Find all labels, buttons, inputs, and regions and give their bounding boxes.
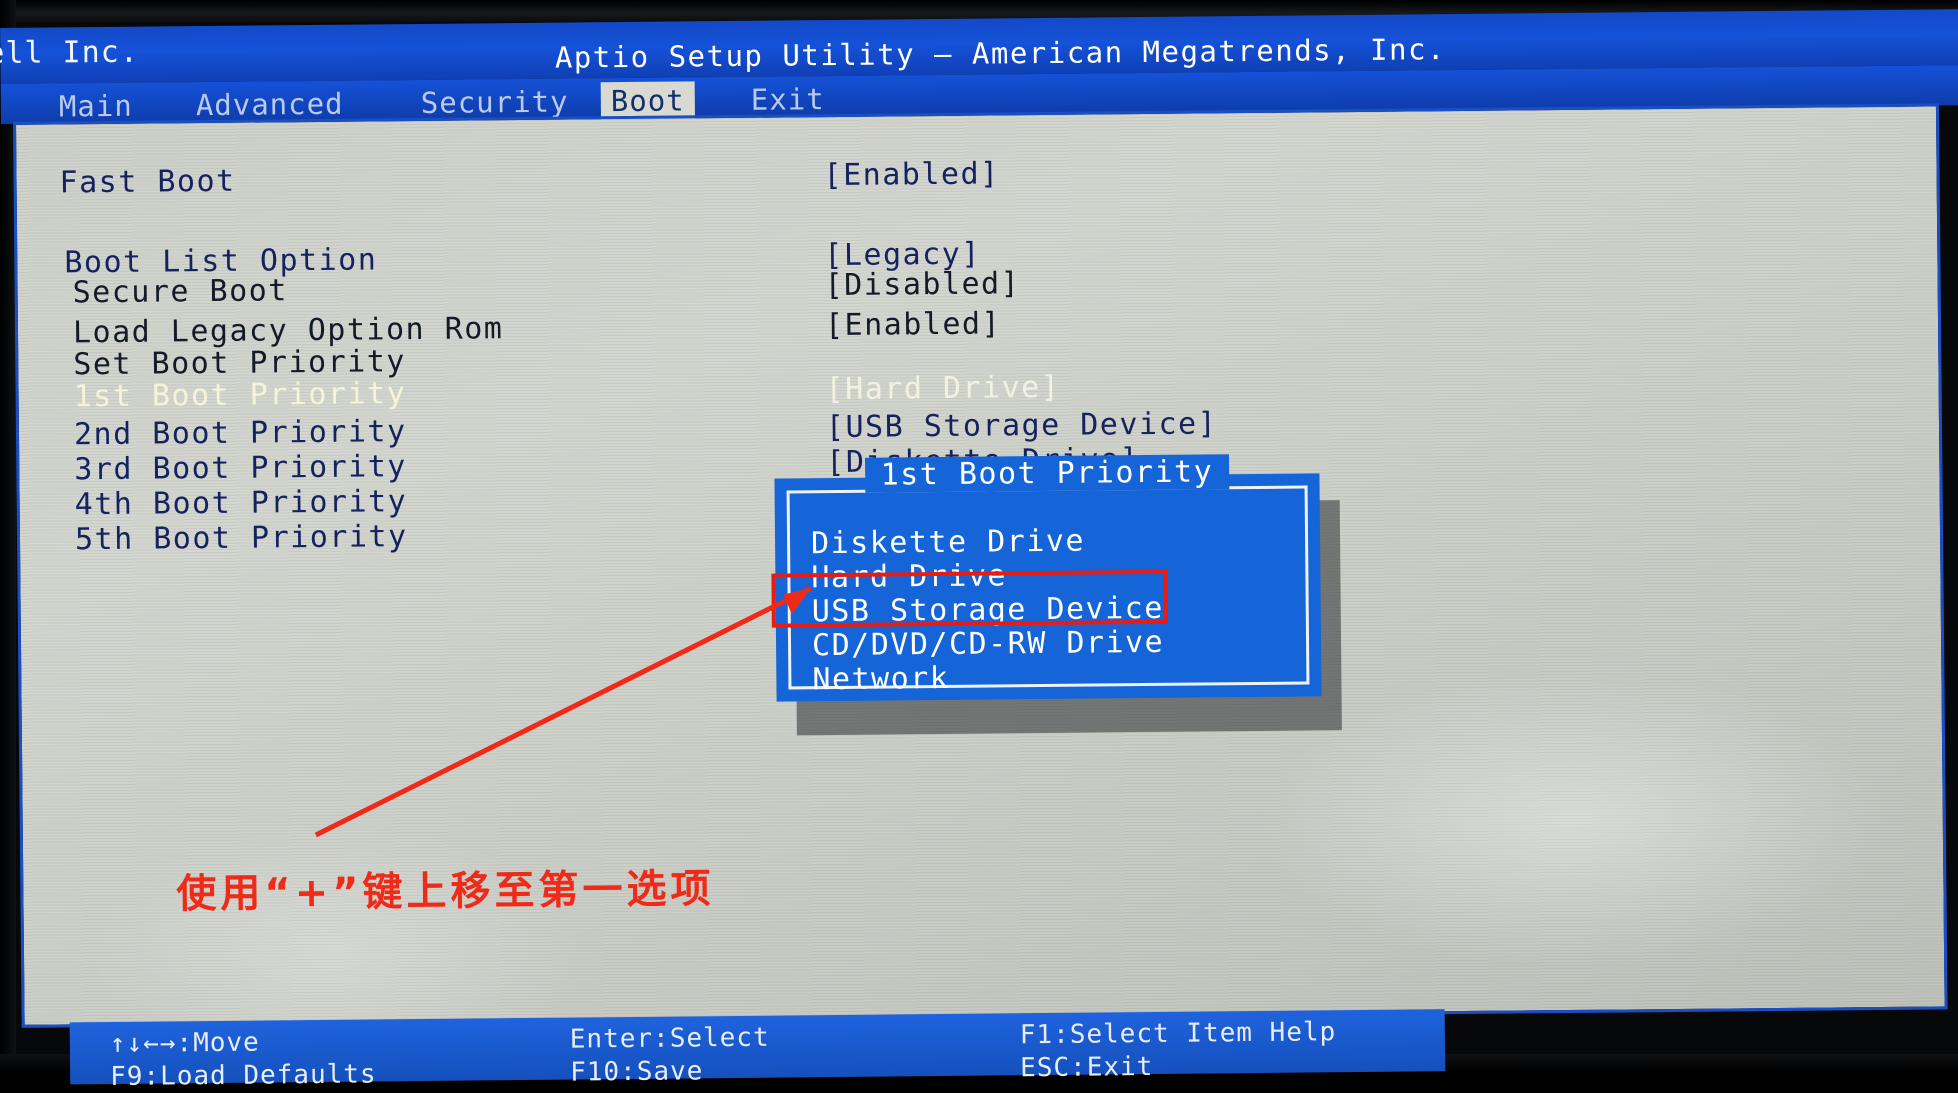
dialog-title: 1st Boot Priority — [864, 454, 1230, 493]
hint-1: Enter:Select — [569, 1022, 770, 1055]
annotation-note-text: 使用“+”键上移至第一选项 — [176, 866, 715, 918]
dialog-option-diskette-drive[interactable]: Diskette Drive — [811, 524, 1085, 562]
setting-label-0[interactable]: Fast Boot — [59, 164, 235, 201]
setting-value-5[interactable]: [Hard Drive] — [825, 370, 1060, 407]
menu-tab-boot[interactable]: Boot — [600, 81, 695, 121]
setting-value-6[interactable]: [USB Storage Device] — [826, 406, 1218, 445]
setting-value-2[interactable]: [Disabled] — [824, 266, 1020, 303]
menu-tab-exit[interactable]: Exit — [741, 80, 835, 119]
setting-label-9[interactable]: 5th Boot Priority — [75, 519, 408, 557]
annotation-highlight-box — [771, 569, 1168, 628]
hint-2: F1:Select Item Help — [1019, 1017, 1337, 1051]
vendor-label: ell Inc. — [0, 34, 140, 72]
hint-5: ESC:Exit — [1019, 1051, 1154, 1084]
dialog-option-cd-dvd-cd-rw-drive[interactable]: CD/DVD/CD-RW Drive — [812, 625, 1164, 663]
screen-glare — [1251, 666, 1895, 974]
setting-value-0[interactable]: [Enabled] — [823, 156, 999, 193]
bios-screen: ell Inc. Aptio Setup Utility – American … — [0, 0, 1958, 1092]
setting-label-5[interactable]: 1st Boot Priority — [73, 376, 406, 414]
dialog-option-network[interactable]: Network — [812, 661, 949, 697]
photo-of-laptop-screen: ell Inc. Aptio Setup Utility – American … — [0, 0, 1958, 1092]
hint-3: F9:Load Defaults — [110, 1059, 377, 1092]
hint-0: ↑↓←→:Move — [109, 1027, 260, 1059]
setting-label-8[interactable]: 4th Boot Priority — [75, 484, 408, 522]
menu-tab-main[interactable]: Main — [49, 87, 143, 126]
setting-label-6[interactable]: 2nd Boot Priority — [74, 414, 407, 452]
setting-label-2[interactable]: Secure Boot — [72, 273, 288, 310]
setting-label-7[interactable]: 3rd Boot Priority — [74, 449, 407, 487]
setting-value-3[interactable]: [Enabled] — [825, 306, 1001, 343]
